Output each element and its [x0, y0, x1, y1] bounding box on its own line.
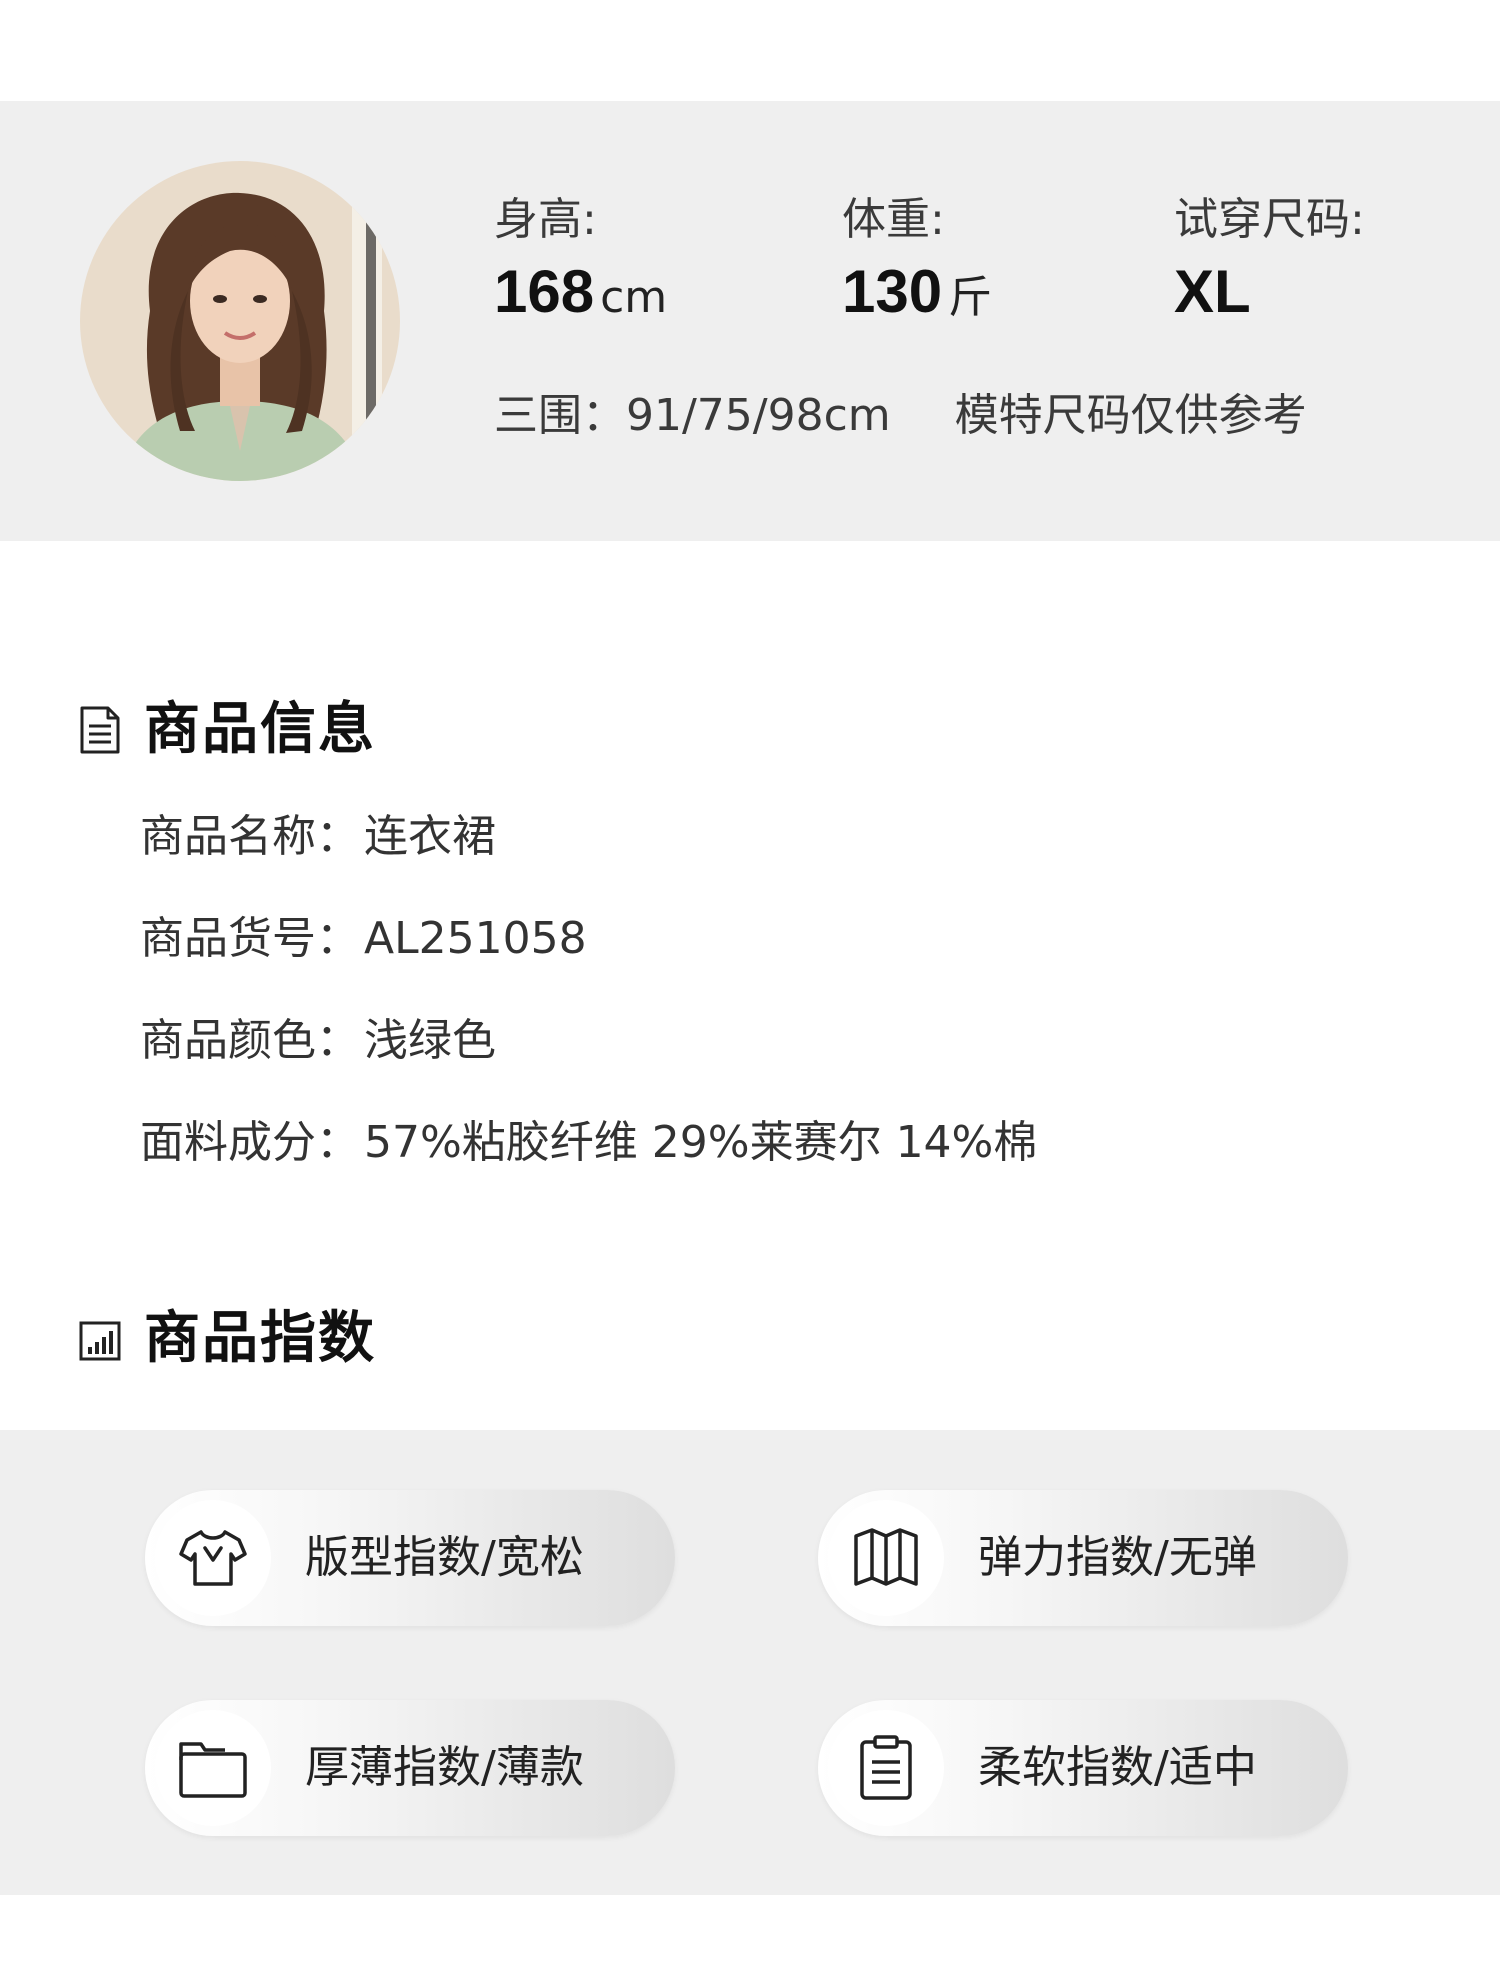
fit-index-label: 版型指数/宽松: [305, 1532, 584, 1583]
model-avatar: [80, 161, 400, 481]
softness-index-label: 柔软指数/适中: [978, 1742, 1257, 1793]
size-value: XL: [1174, 258, 1251, 325]
product-info-title: 商品信息: [144, 697, 376, 762]
folder-icon: [179, 1742, 247, 1798]
softness-index-pill: 柔软指数/适中: [818, 1700, 1348, 1836]
measurements-text: 三围：91/75/98cm: [494, 390, 891, 441]
weight-label: 体重:: [842, 194, 945, 245]
info-row-sku: 商品货号：AL251058: [140, 913, 587, 964]
size-label: 试穿尺码:: [1174, 194, 1365, 245]
clipboard-icon: [860, 1735, 912, 1800]
product-index-header: 商品指数: [78, 1311, 376, 1367]
document-icon: [80, 706, 120, 754]
info-row-color: 商品颜色：浅绿色: [140, 1015, 496, 1066]
product-info-list: 商品名称：连衣裙 商品货号：AL251058 商品颜色：浅绿色 面料成分：57%…: [140, 815, 1037, 1223]
stretch-index-label: 弹力指数/无弹: [978, 1532, 1257, 1583]
tshirt-icon: [179, 1530, 247, 1586]
height-value: 168: [494, 258, 595, 325]
size-reference-note: 模特尺码仅供参考: [954, 390, 1307, 441]
weight-value: 130: [842, 258, 943, 325]
product-index-panel: 版型指数/宽松 弹力指数/无弹 厚薄指数/薄款 柔软指数/适中: [0, 1430, 1500, 1895]
weight-unit: 斤: [948, 272, 993, 323]
info-row-name: 商品名称：连衣裙: [140, 811, 496, 862]
product-index-title: 商品指数: [144, 1306, 376, 1371]
thickness-index-pill: 厚薄指数/薄款: [145, 1700, 675, 1836]
thickness-index-label: 厚薄指数/薄款: [305, 1742, 584, 1793]
map-fold-icon: [854, 1528, 918, 1586]
info-row-fabric: 面料成分：57%粘胶纤维 29%莱赛尔 14%棉: [140, 1117, 1038, 1168]
measurement-row: 三围：91/75/98cm 模特尺码仅供参考: [494, 394, 1307, 438]
height-unit: cm: [600, 272, 668, 323]
model-info-panel: 身高: 168 cm 体重: 130 斤 试穿尺码: XL 三围：91/75/98c…: [0, 101, 1500, 541]
model-height: 身高: 168 cm: [494, 198, 667, 322]
model-weight: 体重: 130 斤: [842, 198, 992, 322]
stretch-index-pill: 弹力指数/无弹: [818, 1490, 1348, 1626]
height-label: 身高:: [494, 194, 597, 245]
bar-chart-icon: [79, 1321, 121, 1361]
model-size: 试穿尺码: XL: [1174, 198, 1365, 322]
product-info-header: 商品信息: [78, 702, 376, 758]
fit-index-pill: 版型指数/宽松: [145, 1490, 675, 1626]
model-photo: [80, 161, 400, 481]
